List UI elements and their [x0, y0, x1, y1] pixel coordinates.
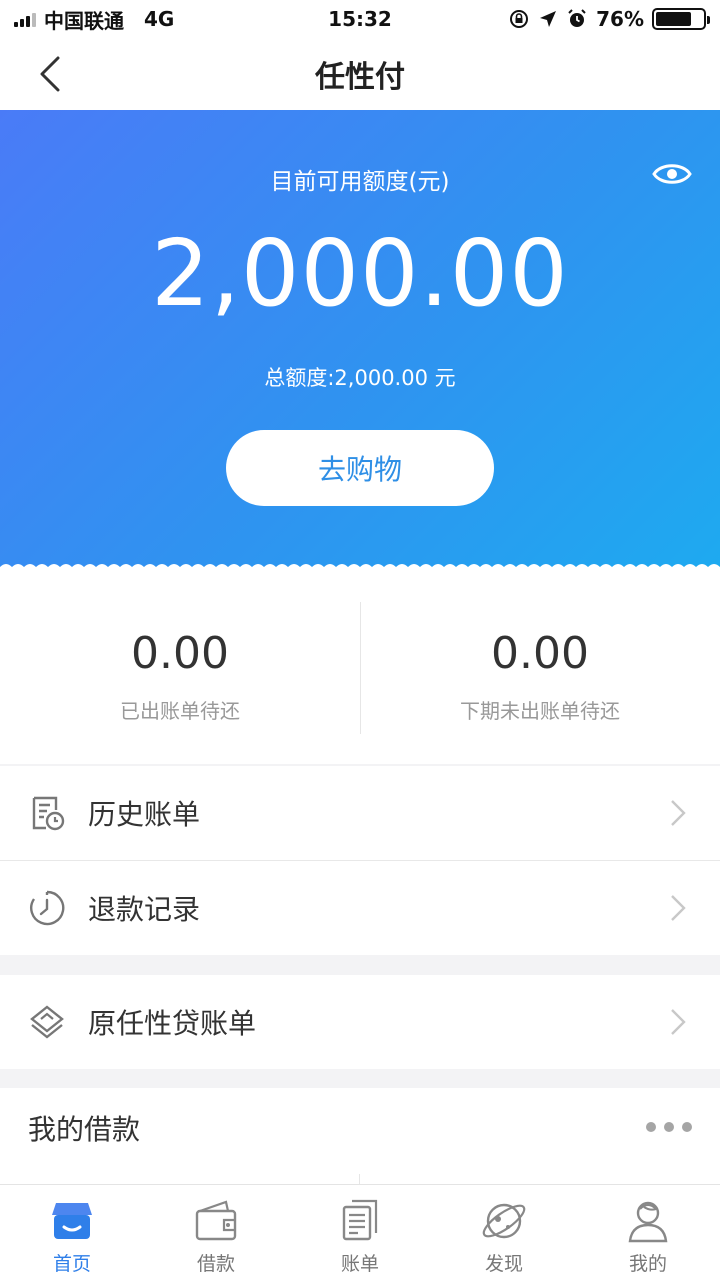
toggle-visibility-button[interactable] [652, 160, 692, 188]
battery-fill [656, 12, 691, 26]
shop-icon [52, 1203, 92, 1239]
tab-bills[interactable]: 账单 [288, 1185, 432, 1280]
chevron-right-icon [671, 800, 686, 826]
tab-label: 借款 [196, 1253, 235, 1275]
billed-due-label: 已出账单待还 [120, 699, 240, 723]
status-left: 中国联通 4G [14, 5, 174, 34]
billed-due-value: 0.00 [131, 628, 229, 679]
unbilled-due-value: 0.00 [491, 628, 589, 679]
chevron-right-icon [671, 895, 686, 921]
chevron-left-icon [40, 56, 60, 92]
go-shopping-button[interactable]: 去购物 [226, 430, 494, 506]
battery-icon [652, 8, 710, 30]
available-credit-amount: 2,000.00 [151, 220, 569, 327]
unbilled-due-label: 下期未出账单待还 [460, 699, 620, 723]
status-bar: 中国联通 4G 15:32 76% [0, 0, 720, 38]
battery-percent: 76% [596, 7, 644, 31]
signal-icon [14, 11, 36, 27]
row-label: 原任性贷账单 [88, 1007, 257, 1040]
location-icon [540, 11, 557, 27]
my-loans-section: 我的借款 [0, 1088, 720, 1188]
tab-mine[interactable]: 我的 [576, 1185, 720, 1280]
clock-icon [28, 889, 66, 927]
bill-icon [342, 1199, 378, 1241]
tab-home[interactable]: 首页 [0, 1185, 144, 1280]
tab-label: 账单 [340, 1253, 379, 1275]
user-icon [628, 1201, 668, 1243]
tab-label: 首页 [52, 1253, 91, 1275]
row-old-loan-bills[interactable]: 原任性贷账单 [0, 975, 720, 1069]
available-credit-label: 目前可用额度(元) [270, 169, 450, 195]
rotation-lock-icon [510, 10, 529, 28]
wallet-icon [195, 1200, 237, 1241]
billed-due[interactable]: 0.00 已出账单待还 [0, 572, 360, 764]
my-loans-title: 我的借款 [28, 1113, 141, 1146]
layers-icon [28, 1003, 66, 1041]
nav-bar: 任性付 [0, 38, 720, 110]
app-screen: 中国联通 4G 15:32 76% 任性付 目前可用额度(元) 2,000.00… [0, 0, 720, 1280]
tab-loans[interactable]: 借款 [144, 1185, 288, 1280]
chevron-right-icon [671, 1009, 686, 1035]
page-title: 任性付 [315, 60, 405, 95]
row-history-bills[interactable]: 历史账单 [0, 766, 720, 860]
eye-icon [652, 164, 692, 184]
credit-hero: 目前可用额度(元) 2,000.00 总额度:2,000.00 元 去购物 [0, 110, 720, 573]
carrier-name: 中国联通 [44, 8, 124, 33]
tab-label: 发现 [484, 1253, 523, 1275]
tab-discover[interactable]: 发现 [432, 1185, 576, 1280]
row-label: 历史账单 [88, 798, 201, 831]
alarm-icon [568, 9, 586, 27]
network-type: 4G [144, 7, 175, 31]
status-right: 76% [508, 7, 710, 31]
repayment-summary: 0.00 已出账单待还 0.00 下期未出账单待还 [0, 572, 720, 764]
tab-bar: 首页 借款 账单 发现 我的 [0, 1184, 720, 1280]
more-dots-icon[interactable] [646, 1122, 692, 1132]
planet-icon [482, 1203, 526, 1239]
tab-label: 我的 [628, 1253, 667, 1275]
row-refund-records[interactable]: 退款记录 [0, 861, 720, 955]
total-credit: 总额度:2,000.00 元 [264, 366, 456, 390]
unbilled-due[interactable]: 0.00 下期未出账单待还 [360, 572, 720, 764]
back-button[interactable] [30, 54, 70, 94]
history-bill-icon [28, 794, 66, 832]
row-label: 退款记录 [88, 893, 201, 926]
